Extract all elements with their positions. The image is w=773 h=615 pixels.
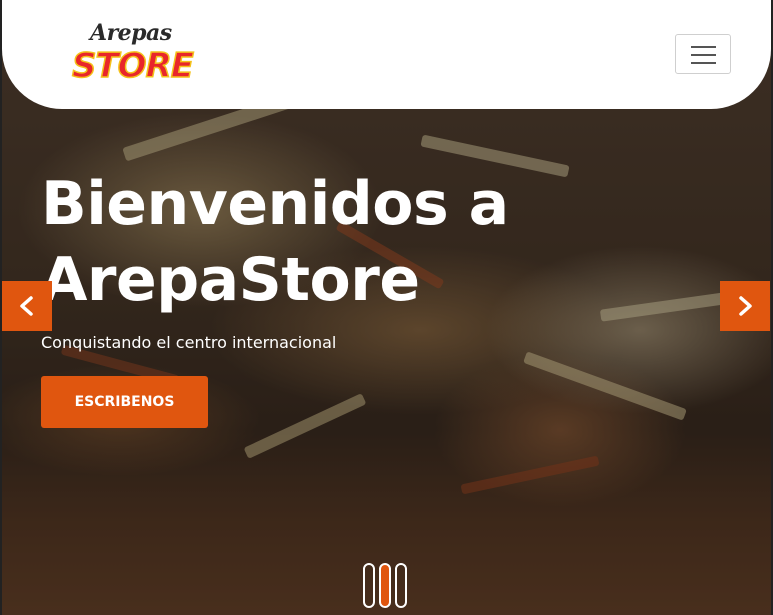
chevron-right-icon (739, 296, 752, 316)
carousel-indicator-3[interactable] (395, 563, 407, 608)
logo-bottom-text: STORE (71, 45, 195, 87)
escribenos-button[interactable]: ESCRIBENOS (41, 376, 208, 428)
hero-title: Bienvenidos a ArepaStore (41, 169, 509, 315)
brand-logo[interactable]: Arepas STORE (71, 20, 195, 90)
carousel-indicators (363, 563, 407, 608)
carousel-indicator-1[interactable] (363, 563, 375, 608)
chevron-left-icon (20, 296, 33, 316)
hamburger-menu-icon (691, 46, 716, 48)
carousel-prev-button[interactable] (2, 281, 52, 331)
logo-top-text: Arepas (90, 20, 172, 46)
hamburger-menu-button[interactable] (675, 34, 731, 74)
hero-subtitle: Conquistando el centro internacional (41, 333, 337, 352)
carousel-next-button[interactable] (720, 281, 770, 331)
carousel-indicator-2[interactable] (379, 563, 391, 608)
